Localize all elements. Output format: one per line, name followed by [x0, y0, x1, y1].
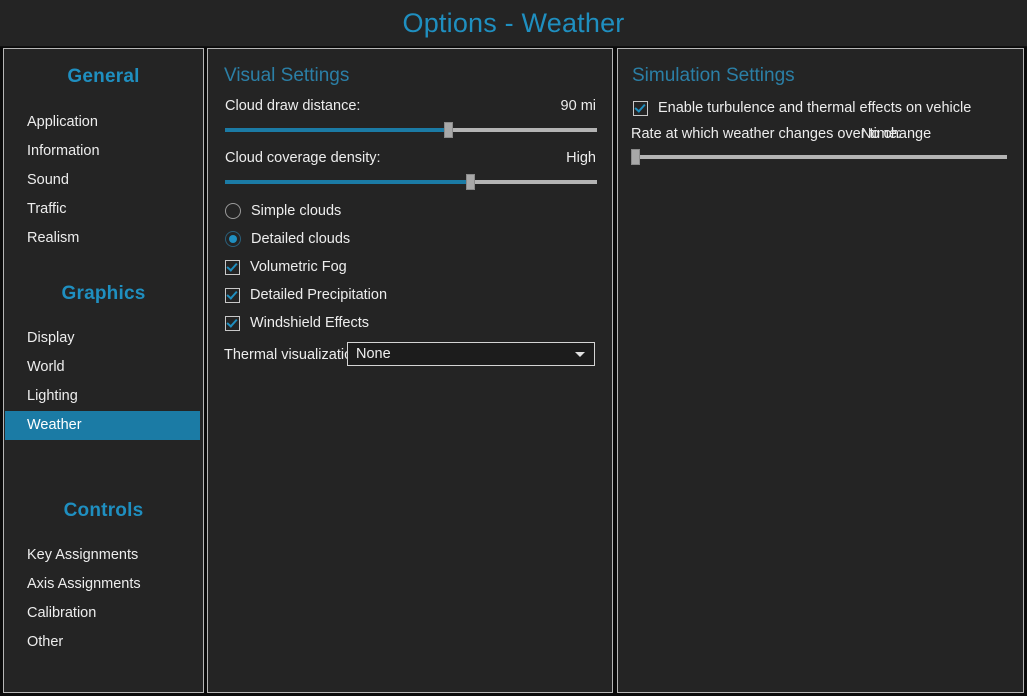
sidebar-panel: General Application Information Sound Tr… — [3, 48, 204, 693]
visual-settings-panel: Visual Settings Cloud draw distance: 90 … — [207, 48, 613, 693]
simulation-settings-title: Simulation Settings — [632, 65, 795, 86]
sidebar-item-key-assignments[interactable]: Key Assignments — [4, 541, 203, 570]
sidebar-item-label: Display — [27, 330, 75, 346]
sidebar-item-application[interactable]: Application — [4, 108, 203, 137]
sidebar-item-world[interactable]: World — [4, 353, 203, 382]
slider-track — [631, 155, 1007, 159]
checkbox-detailed-precipitation-label: Detailed Precipitation — [250, 287, 388, 303]
thermal-visualization-select[interactable]: None — [347, 342, 595, 366]
chevron-down-icon[interactable] — [575, 352, 585, 357]
radio-row-detailed-clouds[interactable]: Detailed clouds — [225, 229, 350, 249]
sidebar-item-label: Calibration — [27, 605, 97, 621]
checkbox-enable-turbulence-icon[interactable] — [633, 100, 648, 116]
sidebar-item-label: Other — [27, 634, 64, 650]
radio-detailed-clouds-icon[interactable] — [225, 231, 241, 247]
checkbox-enable-turbulence-label: Enable turbulence and thermal effects on… — [658, 100, 972, 116]
sidebar-item-label: Traffic — [27, 201, 67, 217]
weather-change-rate-slider[interactable] — [631, 149, 1007, 165]
visual-settings-title: Visual Settings — [224, 65, 350, 86]
sidebar-item-other[interactable]: Other — [4, 628, 203, 657]
sidebar-item-label: Axis Assignments — [27, 576, 141, 592]
sidebar-item-weather[interactable]: Weather — [5, 411, 200, 440]
sidebar-item-label: Realism — [27, 230, 80, 246]
slider-thumb[interactable] — [466, 174, 476, 190]
sidebar-item-display[interactable]: Display — [4, 324, 203, 353]
cloud-coverage-density-label: Cloud coverage density: — [225, 150, 381, 166]
checkbox-detailed-precipitation-icon[interactable] — [225, 287, 240, 303]
slider-thumb[interactable] — [631, 149, 640, 165]
cloud-draw-distance-label: Cloud draw distance: — [225, 98, 361, 114]
sidebar-item-calibration[interactable]: Calibration — [4, 599, 203, 628]
sidebar-item-label: World — [27, 359, 65, 375]
sidebar-group-header-controls: Controls — [63, 500, 144, 521]
sidebar-group-graphics: Display World Lighting Weather — [4, 324, 203, 440]
thermal-visualization-value: None — [356, 346, 391, 362]
sidebar-item-realism[interactable]: Realism — [4, 224, 203, 253]
sidebar-item-label: Weather — [27, 417, 82, 433]
checkbox-row-enable-turbulence[interactable]: Enable turbulence and thermal effects on… — [633, 98, 971, 118]
sidebar-group-controls: Key Assignments Axis Assignments Calibra… — [4, 541, 203, 657]
sidebar-item-label: Application — [27, 114, 98, 130]
slider-fill — [225, 128, 445, 132]
sidebar-item-label: Key Assignments — [27, 547, 139, 563]
window-title-bar: Options - Weather — [0, 0, 1027, 47]
sidebar-item-information[interactable]: Information — [4, 137, 203, 166]
sidebar-item-traffic[interactable]: Traffic — [4, 195, 203, 224]
cloud-coverage-density-value: High — [566, 150, 596, 166]
sidebar-item-axis-assignments[interactable]: Axis Assignments — [4, 570, 203, 599]
sidebar-item-label: Lighting — [27, 388, 78, 404]
checkbox-volumetric-fog-label: Volumetric Fog — [250, 259, 347, 275]
sidebar-item-lighting[interactable]: Lighting — [4, 382, 203, 411]
sidebar-item-sound[interactable]: Sound — [4, 166, 203, 195]
radio-simple-clouds-label: Simple clouds — [251, 203, 342, 219]
sidebar-group-general: Application Information Sound Traffic Re… — [4, 108, 203, 253]
radio-detailed-clouds-label: Detailed clouds — [251, 231, 351, 247]
sidebar-item-label: Sound — [27, 172, 69, 188]
page-title: Options - Weather — [402, 8, 625, 38]
checkbox-row-detailed-precipitation[interactable]: Detailed Precipitation — [225, 285, 387, 305]
slider-fill — [225, 180, 467, 184]
radio-simple-clouds-icon[interactable] — [225, 203, 241, 219]
thermal-visualization-label: Thermal visualization: — [224, 347, 365, 363]
checkbox-row-windshield-effects[interactable]: Windshield Effects — [225, 313, 369, 333]
sidebar-item-label: Information — [27, 143, 100, 159]
sidebar-group-header-general: General — [67, 66, 140, 87]
sidebar-group-header-graphics: Graphics — [61, 283, 146, 304]
cloud-draw-distance-value: 90 mi — [560, 98, 596, 114]
slider-thumb[interactable] — [443, 122, 453, 138]
checkbox-windshield-effects-label: Windshield Effects — [250, 315, 370, 331]
cloud-draw-distance-slider[interactable] — [225, 122, 597, 138]
checkbox-windshield-effects-icon[interactable] — [225, 315, 240, 331]
radio-row-simple-clouds[interactable]: Simple clouds — [225, 201, 341, 221]
checkbox-volumetric-fog-icon[interactable] — [225, 259, 240, 275]
checkbox-row-volumetric-fog[interactable]: Volumetric Fog — [225, 257, 347, 277]
weather-change-rate-value: No change — [861, 126, 932, 142]
simulation-settings-panel: Simulation Settings Enable turbulence an… — [617, 48, 1024, 693]
cloud-coverage-density-slider[interactable] — [225, 174, 597, 190]
